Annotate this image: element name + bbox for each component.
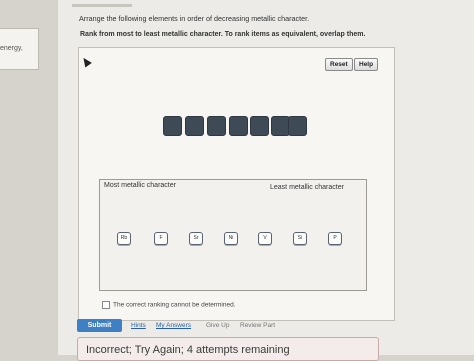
sidebar-text-fragment: energy, bbox=[0, 45, 23, 52]
element-tile-p[interactable]: P bbox=[328, 232, 342, 245]
question-instruction: Arrange the following elements in order … bbox=[79, 14, 310, 23]
cannot-determine-label: The correct ranking cannot be determined… bbox=[113, 301, 236, 309]
header-rule bbox=[72, 4, 132, 7]
cannot-determine-option[interactable]: The correct ranking cannot be determined… bbox=[102, 301, 235, 309]
empty-rank-slot[interactable] bbox=[207, 116, 226, 136]
element-tile-sr[interactable]: Sr bbox=[189, 232, 203, 245]
element-tile-si[interactable]: Si bbox=[293, 232, 307, 245]
my-answers-link[interactable]: My Answers bbox=[156, 322, 191, 329]
hints-link[interactable]: Hints bbox=[131, 322, 146, 329]
element-tile-rb[interactable]: Rb bbox=[117, 232, 131, 245]
empty-rank-slot[interactable] bbox=[185, 116, 204, 136]
give-up-link[interactable]: Give Up bbox=[206, 322, 229, 329]
rank-instruction: Rank from most to least metallic charact… bbox=[80, 31, 366, 38]
empty-rank-slot[interactable] bbox=[250, 116, 269, 136]
reset-button[interactable]: Reset bbox=[325, 58, 353, 71]
empty-rank-slot[interactable] bbox=[288, 116, 307, 136]
element-tile-ni[interactable]: Ni bbox=[224, 232, 238, 245]
cannot-determine-checkbox[interactable] bbox=[102, 301, 110, 309]
review-part-link[interactable]: Review Part bbox=[240, 322, 275, 329]
submit-button[interactable]: Submit bbox=[77, 319, 122, 332]
empty-rank-slot[interactable] bbox=[163, 116, 182, 136]
element-tile-v[interactable]: V bbox=[258, 232, 272, 245]
most-metallic-label: Most metallic character bbox=[104, 182, 176, 189]
feedback-text: Incorrect; Try Again; 4 attempts remaini… bbox=[86, 344, 290, 356]
help-button[interactable]: Help bbox=[354, 58, 379, 71]
least-metallic-label: Least metallic character bbox=[270, 184, 344, 191]
empty-rank-slot[interactable] bbox=[229, 116, 248, 136]
element-tile-f[interactable]: F bbox=[154, 232, 168, 245]
